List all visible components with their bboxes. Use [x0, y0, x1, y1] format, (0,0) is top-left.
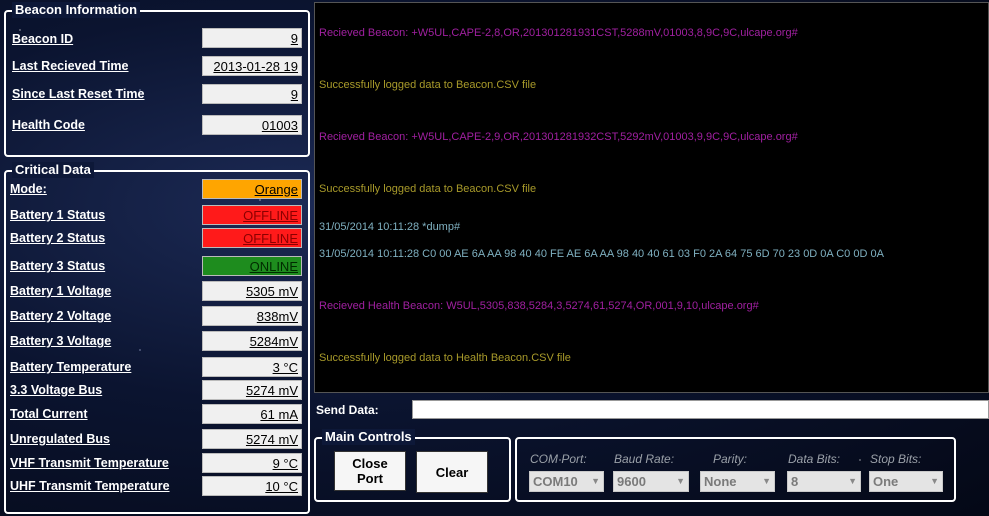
serial-console-output[interactable]: Recieved Beacon: +W5UL,CAPE-2,8,OR,20130…	[314, 2, 989, 393]
battery-3-voltage-value[interactable]: 5284mV	[202, 331, 302, 351]
vhf-transmit-temperature-label: VHF Transmit Temperature	[10, 456, 169, 470]
health-code-label: Health Code	[12, 118, 85, 132]
console-line: 31/05/2014 10:11:28 C0 00 AE 6A AA 98 40…	[319, 248, 884, 260]
chevron-down-icon: ▼	[930, 476, 939, 486]
voltage-bus-3v3-label: 3.3 Voltage Bus	[10, 383, 103, 397]
baud-rate-label: Baud Rate:	[614, 452, 675, 466]
critical-data-group: Critical Data Mode: Orange Battery 1 Sta…	[4, 162, 310, 514]
chevron-down-icon: ▼	[591, 476, 600, 486]
battery-3-voltage-label: Battery 3 Voltage	[10, 334, 112, 348]
clear-button[interactable]: Clear	[416, 451, 488, 493]
com-port-select[interactable]: COM10 ▼	[529, 471, 604, 492]
com-port-value: COM10	[533, 474, 578, 489]
uhf-transmit-temperature-value[interactable]: 10 °C	[202, 476, 302, 496]
console-line: 31/05/2014 10:11:28 *dump#	[319, 221, 461, 233]
main-controls-title: Main Controls	[322, 429, 415, 445]
stop-bits-select[interactable]: One ▼	[869, 471, 943, 492]
com-port-label: COM Port:	[530, 452, 587, 466]
close-port-button[interactable]: Close Port	[334, 451, 406, 491]
console-line: Successfully logged data to Health Beaco…	[319, 352, 571, 364]
console-line: Recieved Health Beacon: W5UL,5305,838,52…	[319, 300, 759, 312]
baud-rate-select[interactable]: 9600 ▼	[613, 471, 689, 492]
battery-2-voltage-label: Battery 2 Voltage	[10, 309, 112, 323]
battery-1-voltage-value[interactable]: 5305 mV	[202, 281, 302, 301]
battery-2-status-label: Battery 2 Status	[10, 231, 106, 245]
last-received-time-label: Last Recieved Time	[12, 59, 129, 73]
battery-1-status-label: Battery 1 Status	[10, 208, 106, 222]
uhf-transmit-temperature-label: UHF Transmit Temperature	[10, 479, 170, 493]
beacon-id-value[interactable]: 9	[202, 28, 302, 48]
voltage-bus-3v3-value[interactable]: 5274 mV	[202, 380, 302, 400]
beacon-id-label: Beacon ID	[12, 32, 74, 46]
beacon-information-title: Beacon Information	[12, 2, 141, 18]
data-bits-select[interactable]: 8 ▼	[787, 471, 861, 492]
since-last-reset-value[interactable]: 9	[202, 84, 302, 104]
health-code-value[interactable]: 01003	[202, 115, 302, 135]
battery-1-voltage-label: Battery 1 Voltage	[10, 284, 112, 298]
stop-bits-label: Stop Bits:	[870, 452, 922, 466]
vhf-transmit-temperature-value[interactable]: 9 °C	[202, 453, 302, 473]
parity-label: Parity:	[713, 452, 748, 466]
chevron-down-icon: ▼	[676, 476, 685, 486]
console-line: Successfully logged data to Beacon.CSV f…	[319, 183, 537, 195]
battery-temperature-label: Battery Temperature	[10, 360, 132, 374]
data-bits-label: Data Bits:	[788, 452, 841, 466]
parity-value: None	[704, 474, 737, 489]
mode-value[interactable]: Orange	[202, 179, 302, 199]
unregulated-bus-label: Unregulated Bus	[10, 432, 111, 446]
battery-1-status-value[interactable]: OFFLINE	[202, 205, 302, 225]
chevron-down-icon: ▼	[762, 476, 771, 486]
battery-temperature-value[interactable]: 3 °C	[202, 357, 302, 377]
battery-3-status-label: Battery 3 Status	[10, 259, 106, 273]
console-line: Recieved Beacon: +W5UL,CAPE-2,9,OR,20130…	[319, 131, 798, 143]
stop-bits-value: One	[873, 474, 899, 489]
critical-data-title: Critical Data	[12, 162, 94, 178]
beacon-information-group: Beacon Information Beacon ID 9 Last Reci…	[4, 2, 310, 157]
console-line: Successfully logged data to Beacon.CSV f…	[319, 79, 537, 91]
chevron-down-icon: ▼	[848, 476, 857, 486]
total-current-label: Total Current	[10, 407, 88, 421]
battery-3-status-value[interactable]: ONLINE	[202, 256, 302, 276]
data-bits-value: 8	[791, 474, 799, 489]
battery-2-status-value[interactable]: OFFLINE	[202, 228, 302, 248]
port-settings-group	[515, 437, 956, 502]
send-data-input[interactable]	[412, 400, 989, 419]
send-data-label: Send Data:	[316, 403, 379, 417]
console-line: Recieved Beacon: +W5UL,CAPE-2,8,OR,20130…	[319, 27, 798, 39]
baud-rate-value: 9600	[617, 474, 646, 489]
last-received-time-value[interactable]: 2013-01-28 19	[202, 56, 302, 76]
mode-label: Mode:	[10, 182, 47, 196]
since-last-reset-label: Since Last Reset Time	[12, 87, 145, 101]
battery-2-voltage-value[interactable]: 838mV	[202, 306, 302, 326]
parity-select[interactable]: None ▼	[700, 471, 775, 492]
unregulated-bus-value[interactable]: 5274 mV	[202, 429, 302, 449]
total-current-value[interactable]: 61 mA	[202, 404, 302, 424]
